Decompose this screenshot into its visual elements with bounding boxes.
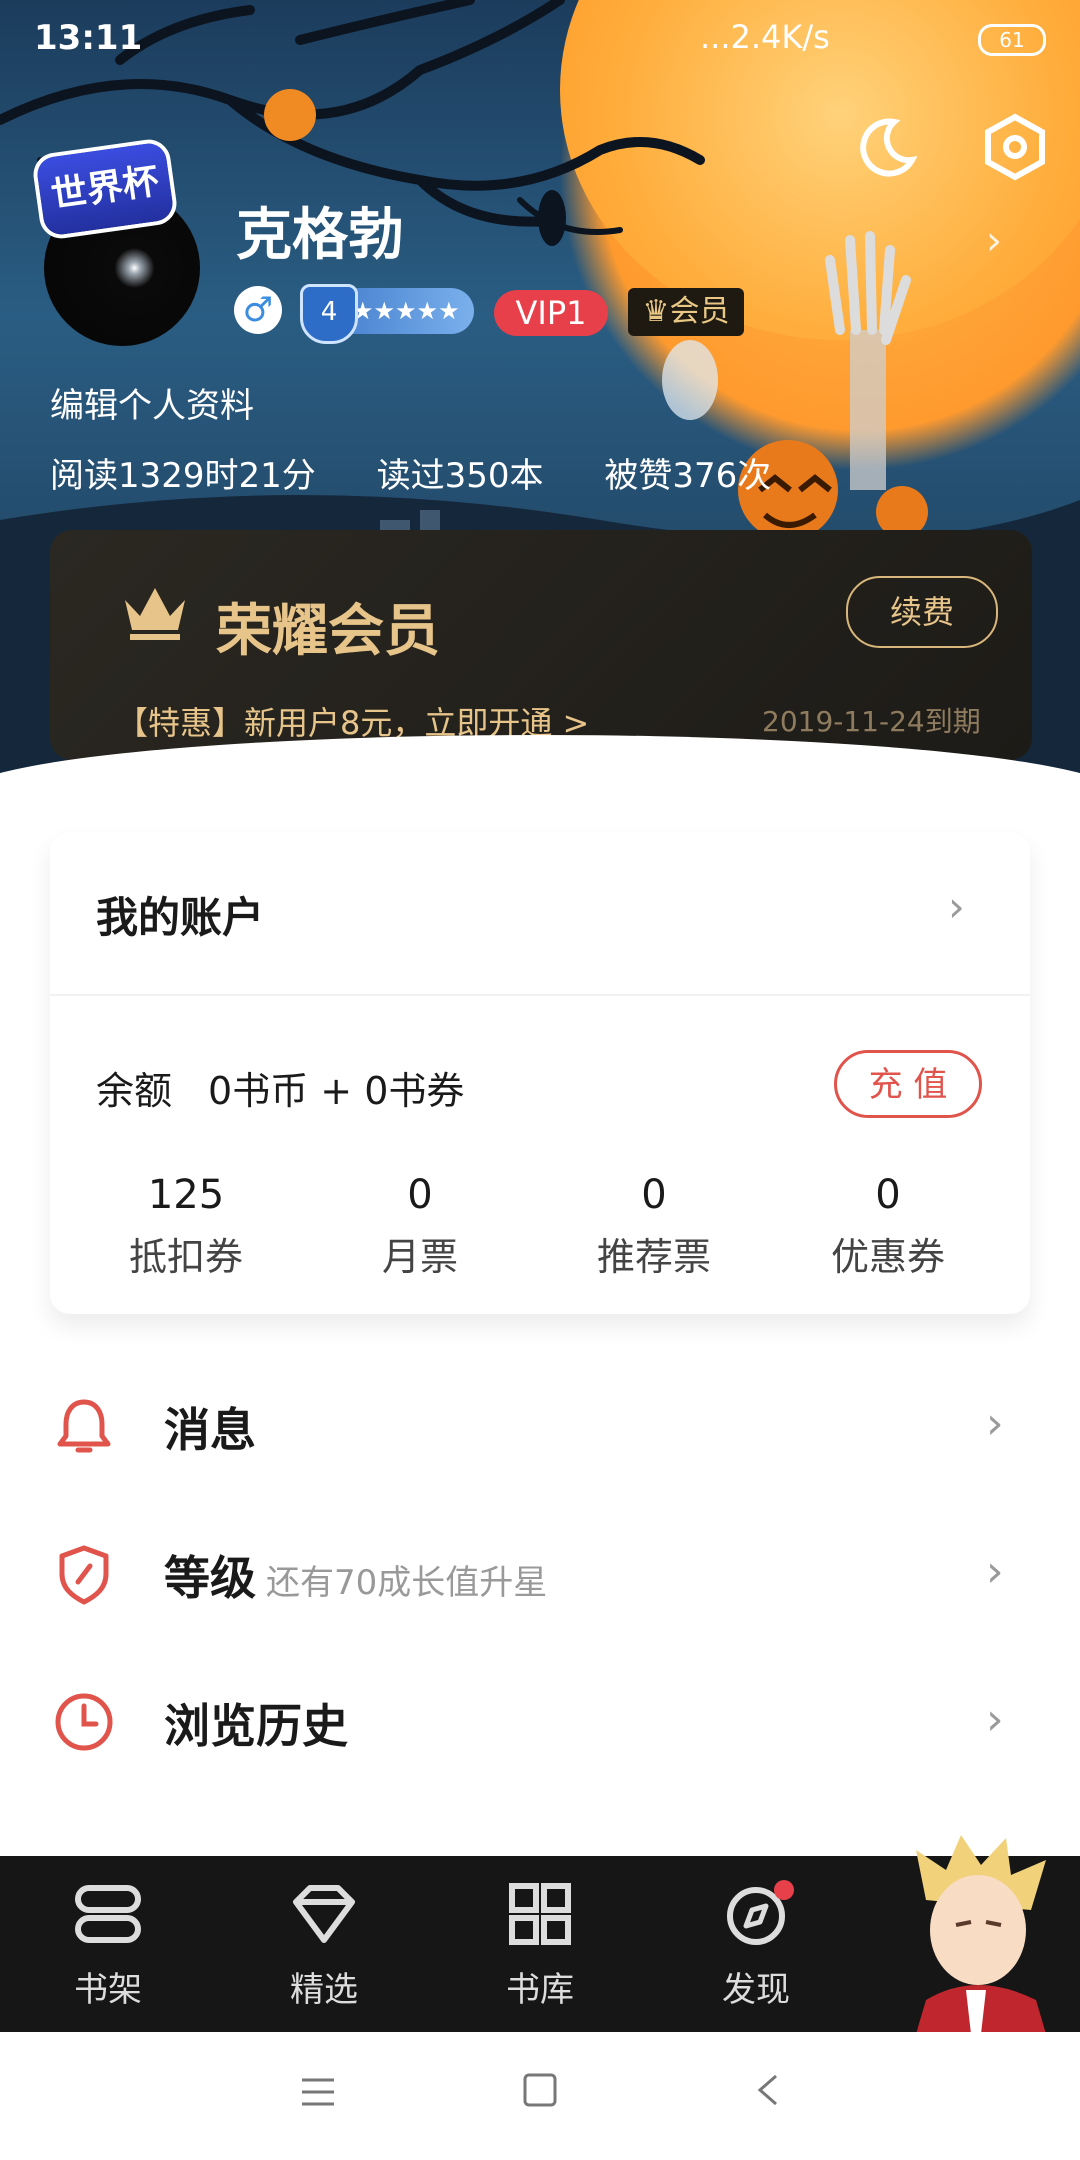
status-bar: 13:11 ...2.4K/s 61 — [0, 0, 1080, 76]
vip-badge[interactable]: VIP1 — [494, 290, 608, 336]
nav-featured[interactable]: 精选 — [234, 1880, 414, 2011]
menu-item-label: 等级 还有70成长值升星 — [164, 1542, 547, 1608]
settings-icon[interactable] — [980, 112, 1050, 182]
counter-label: 推荐票 — [596, 1235, 711, 1279]
divider — [50, 994, 1030, 996]
menu-item-history[interactable]: 浏览历史 › — [0, 1654, 1080, 1794]
nav-label: 精选 — [290, 1970, 358, 2010]
crown-icon: ♛ — [642, 294, 670, 329]
menu-item-label: 浏览历史 — [164, 1699, 348, 1753]
account-title[interactable]: 我的账户 — [96, 884, 264, 945]
level-shield-icon: 4 — [300, 284, 358, 344]
diamond-icon — [293, 1885, 355, 1943]
mascot-avatar[interactable] — [886, 1830, 1066, 2034]
battery-icon: 61 — [978, 24, 1046, 56]
bell-icon — [57, 1399, 111, 1453]
network-speed: ...2.4K/s — [700, 18, 830, 56]
chevron-right-icon: › — [986, 1546, 1004, 1597]
member-badge-label: 会员 — [669, 294, 730, 329]
level-stars: ★★★★★ — [352, 297, 460, 325]
stat-read-time: 阅读1329时21分 — [50, 456, 316, 496]
chevron-right-icon: › — [986, 1398, 1004, 1449]
nav-label: 书库 — [506, 1970, 574, 2010]
bookshelf-icon — [75, 1885, 141, 1943]
membership-card[interactable]: 荣耀会员 续费 【特惠】新用户8元，立即开通 > 2019-11-24到期 — [50, 530, 1032, 760]
level-badge[interactable]: 4 ★★★★★ — [300, 284, 474, 344]
clock-icon — [55, 1693, 113, 1751]
balance-label: 余额 — [96, 1069, 173, 1113]
crown-icon — [125, 588, 185, 640]
counter-monthly-ticket[interactable]: 0 月票 — [320, 1172, 520, 1281]
menu-item-level[interactable]: 等级 还有70成长值升星 › — [0, 1506, 1080, 1646]
member-badge[interactable]: ♛会员 — [628, 288, 744, 336]
chevron-right-icon: › — [986, 1694, 1004, 1745]
level-hint: 还有70成长值升星 — [266, 1563, 548, 1603]
balance-value: 0书币 + 0书券 — [208, 1069, 465, 1113]
back-icon[interactable] — [752, 2072, 782, 2108]
counter-value: 125 — [147, 1172, 225, 1218]
level-label: 等级 — [164, 1551, 256, 1605]
home-icon[interactable] — [522, 2072, 558, 2108]
menu-item-messages[interactable]: 消息 › — [0, 1358, 1080, 1498]
stat-books-read: 读过350本 — [376, 456, 544, 496]
recharge-button[interactable]: 充 值 — [834, 1050, 982, 1118]
stat-likes: 被赞376次 — [604, 456, 772, 496]
counter-label: 月票 — [381, 1235, 458, 1279]
night-mode-icon[interactable] — [850, 112, 920, 182]
expire-date: 2019-11-24到期 — [762, 705, 981, 738]
counter-value: 0 — [875, 1172, 901, 1218]
menu-icon[interactable] — [300, 2076, 336, 2108]
counter-recommend-ticket[interactable]: 0 推荐票 — [554, 1172, 754, 1281]
profile-chevron-icon[interactable]: › — [986, 218, 1002, 264]
edit-profile-link[interactable]: 编辑个人资料 — [50, 378, 254, 427]
membership-title: 荣耀会员 — [216, 599, 440, 664]
chevron-right-icon[interactable]: › — [948, 882, 965, 931]
counter-label: 抵扣券 — [128, 1235, 243, 1279]
reading-stats: 阅读1329时21分 读过350本 被赞376次 — [50, 448, 821, 497]
nav-bookshelf[interactable]: 书架 — [18, 1880, 198, 2011]
compass-icon — [727, 1880, 794, 1945]
system-nav-bar — [0, 2032, 1080, 2160]
account-card: 我的账户 › 余额 0书币 + 0书券 充 值 125 抵扣券 0 月票 0 推荐… — [50, 832, 1030, 1314]
counter-coupon[interactable]: 0 优惠券 — [788, 1172, 988, 1281]
counter-value: 0 — [407, 1172, 433, 1218]
renew-button[interactable]: 续费 — [846, 576, 998, 648]
counter-deduction[interactable]: 125 抵扣券 — [86, 1172, 286, 1281]
grid-icon — [509, 1883, 571, 1945]
counter-label: 优惠券 — [830, 1235, 945, 1279]
status-time: 13:11 — [34, 18, 143, 58]
username: 克格勃 — [236, 203, 404, 268]
profile-header: 13:11 ...2.4K/s 61 › 世界杯 克格勃 ♂ 4 ★★★★★ V… — [0, 0, 1080, 790]
nav-library[interactable]: 书库 — [450, 1880, 630, 2011]
counter-value: 0 — [641, 1172, 667, 1218]
male-icon: ♂ — [234, 286, 282, 334]
shield-icon — [59, 1545, 109, 1605]
menu-item-label: 消息 — [164, 1403, 256, 1457]
nav-discover[interactable]: 发现 — [666, 1880, 846, 2011]
nav-label: 发现 — [722, 1970, 790, 2010]
balance: 余额 0书币 + 0书券 — [96, 1060, 464, 1115]
nav-label: 书架 — [74, 1970, 142, 2010]
